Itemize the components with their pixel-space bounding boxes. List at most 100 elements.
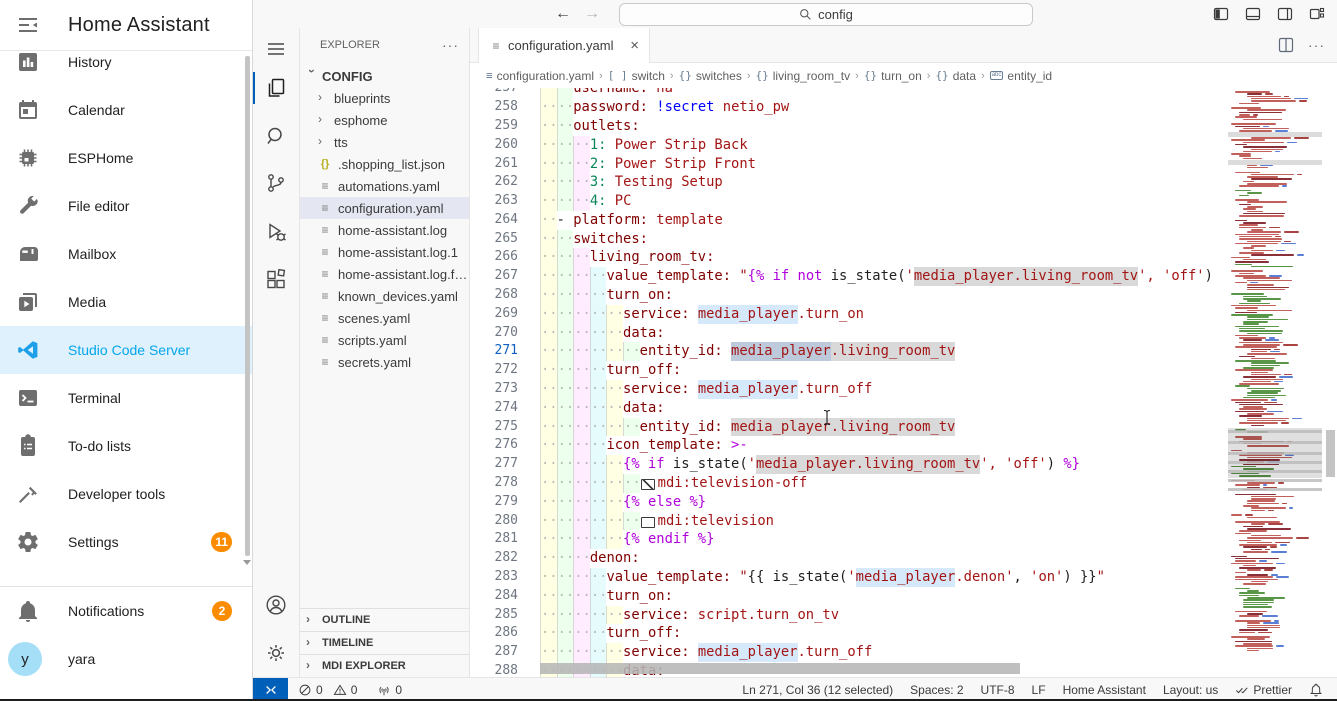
search-view-icon[interactable] (264, 124, 288, 148)
file-item-known-devices-yaml[interactable]: ≡known_devices.yaml (300, 285, 469, 307)
cursor-position[interactable]: Ln 271, Col 36 (12 selected) (742, 683, 893, 697)
breadcrumb-item-turn-on[interactable]: {}turn_on (864, 69, 922, 83)
code-line[interactable]: 2601: Power Strip Back (470, 136, 1229, 155)
encoding[interactable]: UTF-8 (981, 683, 1015, 697)
code-line[interactable]: 266living_room_tv: (470, 248, 1229, 267)
file-item-scripts-yaml[interactable]: ≡scripts.yaml (300, 329, 469, 351)
code-line[interactable]: 281{% endif %} (470, 530, 1229, 549)
problems-indicator[interactable]: 0 0 (298, 683, 357, 697)
code-line[interactable]: 270data: (470, 324, 1229, 343)
ha-sidebar-scrollbar[interactable] (245, 56, 250, 556)
code-line[interactable]: 274data: (470, 399, 1229, 418)
scroll-down-arrow-icon[interactable] (243, 560, 251, 565)
minimap[interactable] (1228, 88, 1322, 677)
explorer-icon[interactable] (264, 76, 288, 100)
sidebar-item-media[interactable]: Media (0, 278, 252, 326)
tree-root-config[interactable]: ›CONFIG (300, 65, 469, 87)
remote-indicator[interactable] (253, 678, 288, 701)
tab-configuration-yaml[interactable]: ≡ configuration.yaml × (478, 28, 650, 63)
code-line[interactable]: 286turn_off: (470, 624, 1229, 643)
close-tab-icon[interactable]: × (630, 37, 639, 54)
breadcrumb-item-data[interactable]: {}data (935, 69, 976, 83)
sidebar-item-file-editor[interactable]: File editor (0, 182, 252, 230)
breadcrumb-item-living-room-tv[interactable]: {}living_room_tv (756, 69, 851, 83)
ports-indicator[interactable]: 0 (377, 683, 402, 697)
file-item--shopping-list-json[interactable]: {}.shopping_list.json (300, 153, 469, 175)
breadcrumb-item-switches[interactable]: {}switches (679, 69, 742, 83)
code-line[interactable]: 271entity_id: media_player.living_room_t… (470, 342, 1229, 361)
file-item-secrets-yaml[interactable]: ≡secrets.yaml (300, 351, 469, 373)
sidebar-item-user[interactable]: y yara (0, 635, 252, 683)
folder-item-blueprints[interactable]: ›blueprints (300, 87, 469, 109)
sidebar-toggle-icon[interactable] (16, 13, 40, 37)
sidebar-item-developer-tools[interactable]: Developer tools (0, 470, 252, 518)
toggle-primary-sidebar-icon[interactable] (1213, 6, 1229, 27)
command-search-input[interactable]: config (619, 3, 1033, 26)
code-line[interactable]: 2634: PC (470, 192, 1229, 211)
vertical-scrollbar[interactable] (1326, 88, 1335, 677)
sidebar-item-mailbox[interactable]: Mailbox (0, 230, 252, 278)
sidebar-item-terminal[interactable]: Terminal (0, 374, 252, 422)
code-line[interactable]: 277{% if is_state('media_player.living_r… (470, 455, 1229, 474)
section-timeline[interactable]: ›TIMELINE (300, 631, 469, 654)
code-line[interactable]: 2623: Testing Setup (470, 173, 1229, 192)
file-item-home-assistant-log-1[interactable]: ≡home-assistant.log.1 (300, 241, 469, 263)
code-line[interactable]: 258password: !secret netio_pw (470, 98, 1229, 117)
code-line[interactable]: 268turn_on: (470, 286, 1229, 305)
file-item-scenes-yaml[interactable]: ≡scenes.yaml (300, 307, 469, 329)
extensions-icon[interactable] (264, 268, 288, 292)
toggle-panel-icon[interactable] (1245, 6, 1261, 27)
sidebar-item-to-do-lists[interactable]: To-do lists (0, 422, 252, 470)
file-item-home-assistant-log[interactable]: ≡home-assistant.log (300, 219, 469, 241)
customize-layout-icon[interactable] (1309, 6, 1325, 27)
folder-item-esphome[interactable]: ›esphome (300, 109, 469, 131)
code-line[interactable]: 287service: media_player.turn_off (470, 643, 1229, 662)
breadcrumb-item-configuration-yaml[interactable]: ≡configuration.yaml (486, 69, 594, 83)
code-line[interactable]: 283value_template: "{{ is_state('media_p… (470, 568, 1229, 587)
indentation[interactable]: Spaces: 2 (910, 683, 963, 697)
toggle-secondary-sidebar-icon[interactable] (1277, 6, 1293, 27)
breadcrumb-item-entity-id[interactable]: abcentity_id (990, 69, 1052, 83)
code-line[interactable]: 264- platform: template (470, 211, 1229, 230)
code-line[interactable]: 269service: media_player.turn_on (470, 305, 1229, 324)
notifications-bell-icon[interactable] (1309, 683, 1323, 697)
keyboard-layout[interactable]: Layout: us (1163, 683, 1218, 697)
eol-sequence[interactable]: LF (1032, 683, 1046, 697)
sidebar-item-calendar[interactable]: Calendar (0, 86, 252, 134)
editor-more-actions-icon[interactable]: ··· (1308, 37, 1325, 58)
sidebar-item-settings[interactable]: Settings11 (0, 518, 252, 566)
code-line[interactable]: 282denon: (470, 549, 1229, 568)
back-arrow-icon[interactable]: ← (555, 5, 571, 23)
code-line[interactable]: 275entity_id: media_player.living_room_t… (470, 418, 1229, 437)
code-line[interactable]: 265switches: (470, 230, 1229, 249)
file-item-automations-yaml[interactable]: ≡automations.yaml (300, 175, 469, 197)
code-line[interactable]: 2612: Power Strip Front (470, 155, 1229, 174)
settings-gear-icon[interactable] (264, 641, 288, 665)
language-mode[interactable]: Home Assistant (1063, 683, 1146, 697)
sidebar-item-notifications[interactable]: Notifications 2 (0, 587, 252, 635)
code-line[interactable]: 279{% else %} (470, 493, 1229, 512)
code-line[interactable]: 267value_template: "{% if not is_state('… (470, 267, 1229, 286)
split-editor-icon[interactable] (1278, 37, 1294, 58)
menu-icon[interactable] (264, 37, 288, 61)
code-line[interactable]: 285service: script.turn_on_tv (470, 606, 1229, 625)
code-line[interactable]: 280mdi:television (470, 512, 1229, 531)
code-line[interactable]: 276icon_template: >- (470, 436, 1229, 455)
code-line[interactable]: 273service: media_player.turn_off (470, 380, 1229, 399)
account-icon[interactable] (264, 593, 288, 617)
code-line[interactable]: 278mdi:television-off (470, 474, 1229, 493)
sidebar-item-esphome[interactable]: ESPHome (0, 134, 252, 182)
section-mdi-explorer[interactable]: ›MDI EXPLORER (300, 654, 469, 677)
horizontal-scrollbar[interactable] (540, 663, 1020, 674)
source-control-icon[interactable] (264, 171, 288, 195)
formatter-indicator[interactable]: Prettier (1235, 683, 1292, 697)
sidebar-item-history[interactable]: History (0, 50, 252, 86)
breadcrumb-item-switch[interactable]: [ ]switch (608, 69, 665, 83)
folder-item-tts[interactable]: ›tts (300, 131, 469, 153)
sidebar-item-studio-code-server[interactable]: Studio Code Server (0, 326, 252, 374)
code-line[interactable]: 259outlets: (470, 117, 1229, 136)
code-line[interactable]: 272turn_off: (470, 361, 1229, 380)
forward-arrow-icon[interactable]: → (584, 5, 600, 23)
file-item-configuration-yaml[interactable]: ≡configuration.yaml (300, 197, 469, 219)
section-outline[interactable]: ›OUTLINE (300, 608, 469, 631)
